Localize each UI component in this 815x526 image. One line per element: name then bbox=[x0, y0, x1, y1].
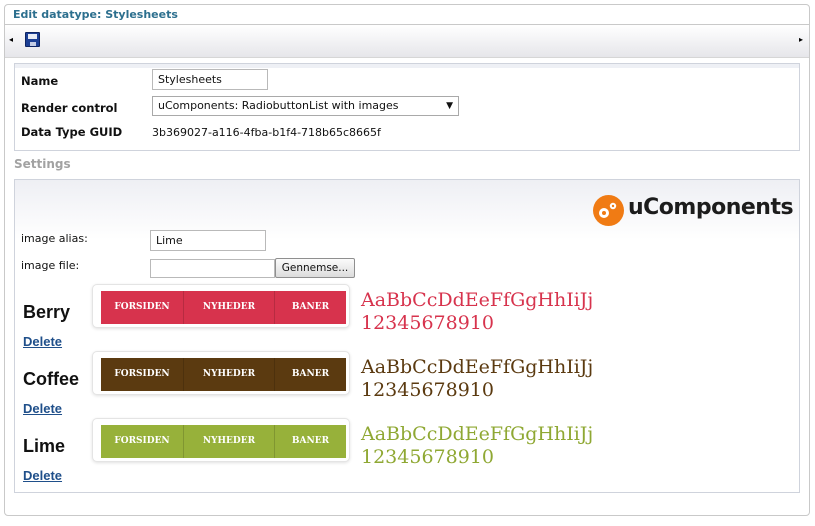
image-file-label: image file: bbox=[21, 259, 80, 272]
delete-link[interactable]: Delete bbox=[23, 468, 62, 483]
menu-item: FORSIDEN bbox=[101, 425, 184, 458]
image-file-input[interactable] bbox=[150, 259, 275, 278]
edit-datatype-panel: Edit datatype: Stylesheets ◂ ▸ Name Rend… bbox=[4, 4, 810, 516]
gear-icon bbox=[593, 195, 624, 226]
menu-bar: FORSIDEN NYHEDER BANER bbox=[101, 358, 346, 391]
style-name: Lime bbox=[23, 436, 66, 456]
menu-item: BANER bbox=[291, 302, 330, 312]
font-sample-letters: AaBbCcDdEeFfGgHhIiJj bbox=[361, 289, 594, 311]
style-name: Berry bbox=[23, 302, 71, 322]
image-alias-input[interactable] bbox=[150, 230, 266, 251]
ucomponents-logo: uComponents bbox=[593, 194, 794, 228]
font-sample-numbers: 12345678910 bbox=[361, 446, 494, 468]
panel-title: Edit datatype: Stylesheets bbox=[13, 8, 178, 21]
menu-item: FORSIDEN bbox=[101, 291, 184, 324]
guid-value: 3b369027-a116-4fba-b1f4-718b65c8665f bbox=[152, 126, 381, 139]
menu-item: NYHEDER bbox=[184, 291, 275, 324]
image-alias-label: image alias: bbox=[21, 232, 88, 245]
settings-title: Settings bbox=[14, 157, 71, 171]
render-control-select[interactable]: uComponents: RadiobuttonList with images… bbox=[152, 96, 459, 116]
style-preview-card[interactable]: FORSIDEN NYHEDER BANER bbox=[92, 284, 350, 328]
font-sample-letters: AaBbCcDdEeFfGgHhIiJj bbox=[361, 423, 594, 445]
style-name: Coffee bbox=[23, 369, 80, 389]
name-input[interactable] bbox=[152, 69, 268, 90]
chevron-down-icon: ▼ bbox=[446, 101, 453, 111]
render-control-value: uComponents: RadiobuttonList with images bbox=[158, 99, 399, 112]
browse-button[interactable]: Gennemse... bbox=[275, 258, 355, 278]
delete-link[interactable]: Delete bbox=[23, 401, 62, 416]
settings-box: uComponents image alias: image file: Gen… bbox=[14, 179, 800, 493]
menu-item: NYHEDER bbox=[184, 358, 275, 391]
scroll-left-icon[interactable]: ◂ bbox=[9, 35, 13, 44]
toolbar: ◂ ▸ bbox=[5, 24, 809, 58]
scroll-right-icon[interactable]: ▸ bbox=[799, 35, 803, 44]
logo-text: uComponents bbox=[628, 195, 794, 220]
render-control-label: Render control bbox=[21, 101, 118, 115]
font-sample-numbers: 12345678910 bbox=[361, 379, 494, 401]
menu-item: BANER bbox=[291, 436, 330, 446]
menu-item: NYHEDER bbox=[184, 425, 275, 458]
save-icon[interactable] bbox=[25, 32, 40, 47]
name-label: Name bbox=[21, 74, 59, 88]
menu-item: FORSIDEN bbox=[101, 358, 184, 391]
font-sample-letters: AaBbCcDdEeFfGgHhIiJj bbox=[361, 356, 594, 378]
style-preview-card[interactable]: FORSIDEN NYHEDER BANER bbox=[92, 351, 350, 395]
delete-link[interactable]: Delete bbox=[23, 334, 62, 349]
style-preview-card[interactable]: FORSIDEN NYHEDER BANER bbox=[92, 418, 350, 462]
menu-item: BANER bbox=[291, 369, 330, 379]
font-sample-numbers: 12345678910 bbox=[361, 312, 494, 334]
menu-bar: FORSIDEN NYHEDER BANER bbox=[101, 425, 346, 458]
guid-label: Data Type GUID bbox=[21, 125, 123, 139]
properties-box: Name Render control uComponents: Radiobu… bbox=[14, 63, 800, 151]
menu-bar: FORSIDEN NYHEDER BANER bbox=[101, 291, 346, 324]
